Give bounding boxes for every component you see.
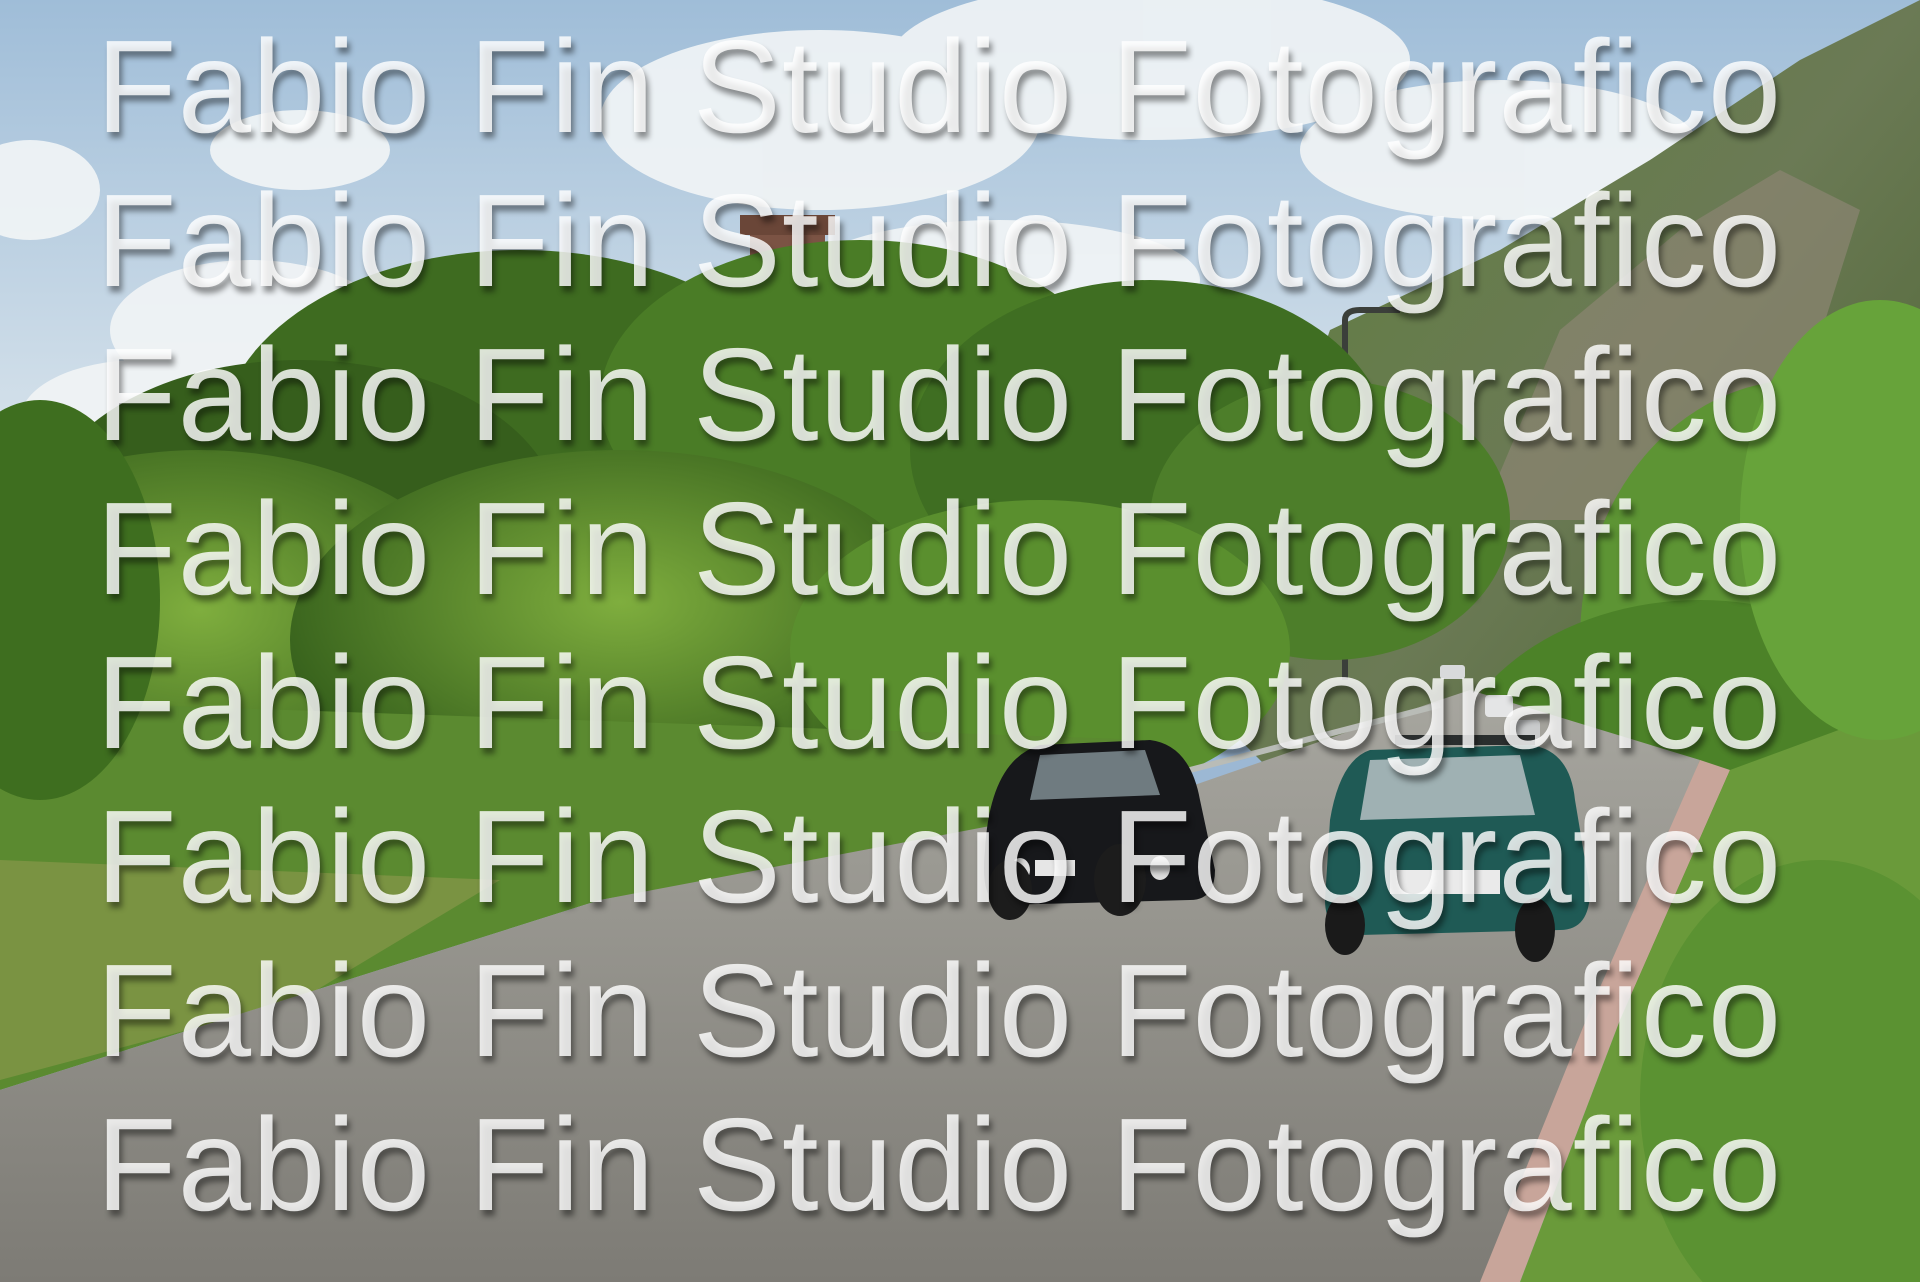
car-teal-panda [1325,735,1590,962]
car-black-fiat [984,740,1215,920]
photo [0,0,1920,1282]
photo-scene [0,0,1920,1282]
